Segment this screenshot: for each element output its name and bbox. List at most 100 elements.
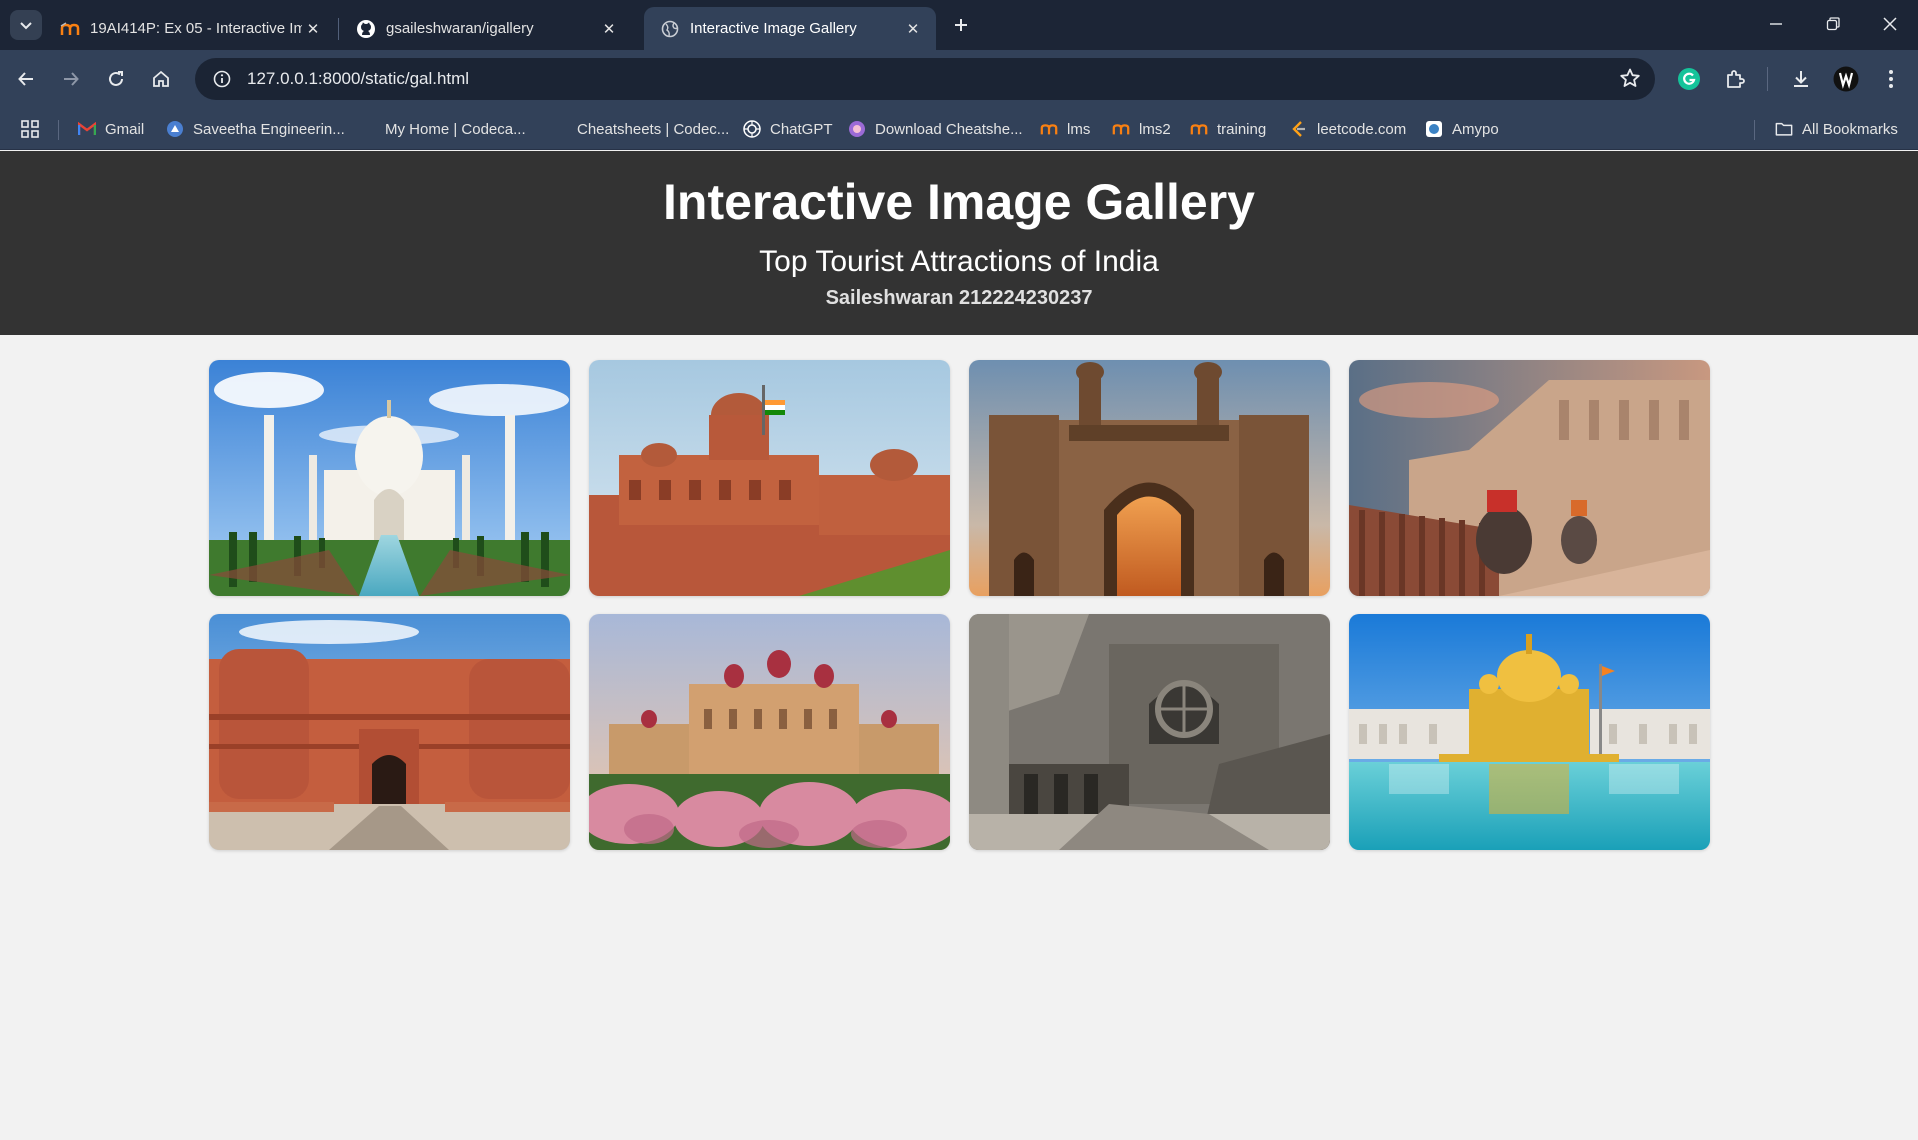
tab-github[interactable]: gsaileshwaran/igallery ✕ (340, 7, 632, 50)
moodle-icon (1040, 120, 1058, 138)
agra-fort-image[interactable] (209, 614, 570, 850)
bookmark-leetcode[interactable]: leetcode.com (1290, 116, 1406, 142)
bookmark-lms[interactable]: lms (1040, 116, 1090, 142)
bookmarks-divider (58, 120, 59, 140)
amypo-icon (1425, 120, 1443, 138)
taj-mahal-image[interactable] (209, 360, 570, 596)
home-button[interactable] (144, 62, 178, 96)
github-icon (356, 19, 376, 39)
folder-icon (1775, 120, 1793, 138)
back-button[interactable] (9, 62, 43, 96)
extensions-button[interactable] (1718, 62, 1752, 96)
bookmark-training[interactable]: training (1190, 116, 1266, 142)
moodle-icon (60, 19, 80, 39)
download-icon (1794, 71, 1808, 87)
gmail-icon (78, 120, 96, 138)
bookmark-star-icon[interactable] (1619, 67, 1641, 94)
arrow-left-icon (18, 72, 33, 86)
page-title: Interactive Image Gallery (663, 174, 1255, 230)
close-icon[interactable]: ✕ (598, 18, 620, 40)
red-fort-image[interactable] (589, 360, 950, 596)
bookmarks-divider (1754, 120, 1755, 140)
apps-button[interactable] (20, 116, 40, 142)
bookmark-label: leetcode.com (1317, 120, 1407, 138)
all-bookmarks-label: All Bookmarks (1802, 120, 1898, 138)
site-info-icon[interactable] (209, 66, 235, 92)
reload-button[interactable] (99, 62, 133, 96)
golden-temple-image[interactable] (1349, 614, 1710, 850)
url-text[interactable]: 127.0.0.1:8000/static/gal.html (247, 69, 469, 89)
bookmark-label: Amypo (1452, 120, 1499, 138)
author-line: Saileshwaran 212224230237 (825, 287, 1093, 309)
bookmark-download-cheatsheet[interactable]: Download Cheatshe... (848, 116, 1023, 142)
tab-title: Interactive Image Gallery (690, 20, 857, 37)
saveetha-icon (166, 120, 184, 138)
minimize-icon (1770, 23, 1782, 25)
bookmark-label: My Home | Codeca... (385, 120, 526, 138)
bookmark-label: Download Cheatshe... (875, 120, 1023, 138)
gateway-of-india-image[interactable] (969, 360, 1330, 596)
leetcode-icon (1290, 120, 1308, 138)
address-bar[interactable]: 127.0.0.1:8000/static/gal.html (195, 58, 1655, 100)
bookmark-label: Saveetha Engineerin... (193, 120, 345, 138)
puzzle-icon (1727, 70, 1745, 88)
mysore-palace-image[interactable] (589, 614, 950, 850)
bookmark-label: training (1217, 120, 1267, 138)
bookmark-label: Gmail (105, 120, 145, 138)
menu-button[interactable] (1874, 62, 1908, 96)
tab-separator (338, 18, 339, 40)
moodle-icon (1190, 120, 1208, 138)
browser-toolbar: 127.0.0.1:8000/static/gal.html (0, 50, 1918, 108)
toolbar-divider (1767, 67, 1768, 91)
moodle-icon (1112, 120, 1130, 138)
restore-button[interactable] (1805, 0, 1861, 48)
bookmark-amypo[interactable]: Amypo (1425, 116, 1499, 142)
close-window-button[interactable] (1862, 0, 1918, 48)
new-tab-button[interactable] (946, 10, 976, 40)
page-header: Interactive Image Gallery Top Tourist At… (0, 151, 1918, 335)
grammarly-icon (1678, 68, 1700, 90)
close-icon[interactable]: ✕ (302, 18, 324, 40)
restore-icon (1826, 17, 1840, 31)
profile-avatar-button[interactable] (1829, 62, 1863, 96)
download-cheatsheet-icon (848, 120, 866, 138)
all-bookmarks-button[interactable]: All Bookmarks (1775, 116, 1898, 142)
close-icon[interactable]: ✕ (902, 18, 924, 40)
tab-search-button[interactable] (10, 10, 42, 40)
tab-title: gsaileshwaran/igallery (386, 20, 534, 37)
page-subtitle: Top Tourist Attractions of India (759, 245, 1159, 278)
grammarly-extension-button[interactable] (1672, 62, 1706, 96)
globe-icon (660, 19, 680, 39)
minimize-button[interactable] (1748, 0, 1804, 48)
downloads-button[interactable] (1784, 62, 1818, 96)
tab-interactive-gallery[interactable]: Interactive Image Gallery ✕ (644, 7, 936, 50)
bookmark-label: ChatGPT (770, 120, 833, 138)
bookmark-gmail[interactable]: Gmail (78, 116, 144, 142)
arrow-right-icon (64, 72, 79, 86)
more-vertical-icon (1889, 70, 1893, 88)
codecademy-icon (358, 120, 376, 138)
bookmark-label: Cheatsheets | Codec... (577, 120, 730, 138)
chatgpt-icon (743, 120, 761, 138)
bookmark-lms2[interactable]: lms2 (1112, 116, 1171, 142)
avatar (1833, 66, 1859, 92)
tab-title: 19AI414P: Ex 05 - Interactive Im (90, 20, 302, 37)
chevron-down-icon (20, 22, 32, 30)
bookmark-codecademy-home[interactable]: My Home | Codeca... (358, 116, 526, 142)
home-icon (153, 70, 169, 87)
forward-button[interactable] (54, 62, 88, 96)
bookmark-codecademy-cheatsheets[interactable]: Cheatsheets | Codec... (550, 116, 729, 142)
bookmark-saveetha[interactable]: Saveetha Engineerin... (166, 116, 345, 142)
tab-ex05[interactable]: 19AI414P: Ex 05 - Interactive Im ✕ (44, 7, 336, 50)
bookmark-chatgpt[interactable]: ChatGPT (743, 116, 833, 142)
bookmark-label: lms (1067, 120, 1091, 138)
tab-strip: 19AI414P: Ex 05 - Interactive Im ✕ gsail… (0, 0, 1918, 50)
reload-icon (109, 71, 123, 86)
image-gallery (209, 360, 1710, 850)
codecademy-icon (550, 120, 568, 138)
amber-fort-image[interactable] (1349, 360, 1710, 596)
apps-grid-icon (21, 120, 39, 138)
ellora-caves-image[interactable] (969, 614, 1330, 850)
close-icon (1883, 17, 1897, 31)
bookmarks-bar: Gmail Saveetha Engineerin... My Home | C… (0, 108, 1918, 150)
